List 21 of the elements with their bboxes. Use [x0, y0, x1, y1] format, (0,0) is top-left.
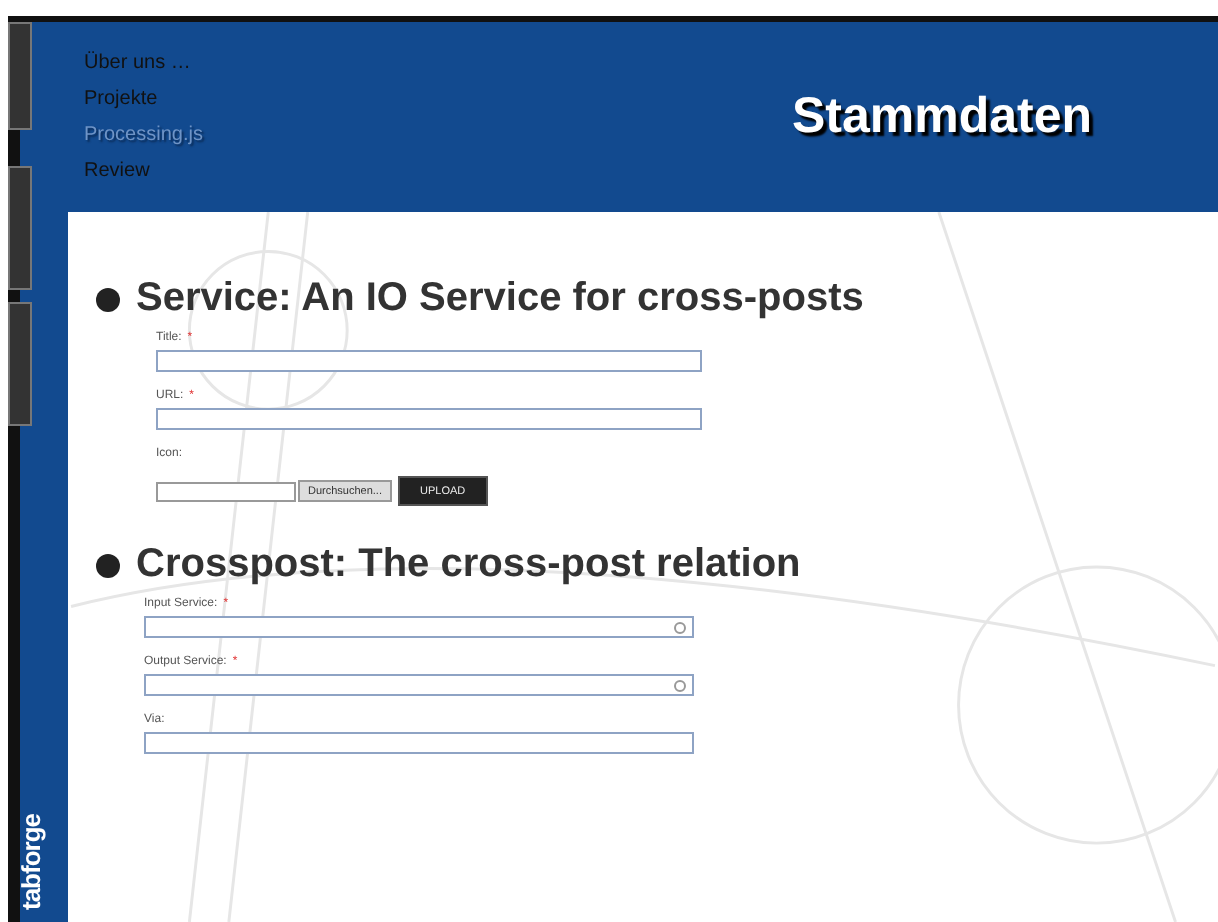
- logo: tabforge: [16, 814, 46, 910]
- input-field[interactable]: [156, 408, 702, 430]
- circle-icon: [674, 621, 686, 633]
- bullet-icon: [96, 287, 120, 311]
- select-field[interactable]: [144, 616, 694, 638]
- sidebar-tab[interactable]: [8, 166, 32, 290]
- nav-link[interactable]: Review: [84, 160, 150, 182]
- select-field[interactable]: [144, 674, 694, 696]
- nav-link[interactable]: Projekte: [84, 88, 158, 110]
- input-field[interactable]: [156, 350, 702, 372]
- file-path-field[interactable]: [156, 481, 296, 501]
- bullet-heading: Service: An IO Service for cross-posts: [136, 276, 864, 322]
- nav-link[interactable]: Processing.js: [84, 124, 203, 146]
- slide-title: Stammdaten: [792, 88, 1093, 146]
- sidebar-tab[interactable]: [8, 302, 32, 426]
- nav-link[interactable]: Über uns …: [84, 52, 191, 74]
- bullet-heading: Crosspost: The cross-post relation: [136, 542, 801, 588]
- sidebar-tab[interactable]: [8, 22, 32, 130]
- input-field[interactable]: [144, 732, 694, 754]
- bullet-icon: [96, 553, 120, 577]
- circle-icon: [674, 679, 686, 691]
